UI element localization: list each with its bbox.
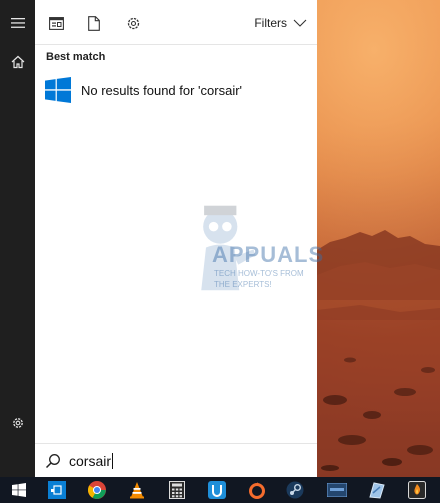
search-icon bbox=[45, 454, 60, 469]
search-query-text: corsair bbox=[69, 453, 114, 469]
home-button[interactable] bbox=[0, 44, 35, 80]
documents-icon bbox=[88, 15, 100, 31]
chrome-icon bbox=[88, 481, 106, 499]
start-button[interactable] bbox=[0, 477, 38, 503]
taskbar-app[interactable] bbox=[318, 477, 356, 503]
apps-filter-button[interactable] bbox=[45, 12, 67, 34]
taskbar-paint[interactable] bbox=[358, 477, 396, 503]
hamburger-menu-button[interactable] bbox=[0, 5, 35, 41]
best-match-result[interactable]: No results found for 'corsair' bbox=[35, 70, 317, 110]
taskbar-calculator[interactable] bbox=[158, 477, 196, 503]
windows-start-icon bbox=[12, 483, 26, 497]
taskbar-chrome[interactable] bbox=[78, 477, 116, 503]
paint-icon bbox=[369, 482, 385, 499]
vlc-icon bbox=[130, 482, 144, 499]
watermark-title: APPUALS bbox=[212, 242, 325, 267]
taskbar bbox=[0, 477, 440, 503]
settings-icon bbox=[127, 17, 139, 29]
rail-settings-button[interactable] bbox=[0, 405, 35, 441]
taskbar-uplay[interactable] bbox=[198, 477, 236, 503]
settings-icon bbox=[12, 418, 23, 428]
search-results-panel: Filters Best match No results found for … bbox=[35, 0, 317, 477]
apps-view-icon bbox=[48, 16, 64, 30]
filters-dropdown[interactable]: Filters bbox=[254, 14, 307, 32]
taskbar-vlc[interactable] bbox=[118, 477, 156, 503]
documents-filter-button[interactable] bbox=[83, 12, 105, 34]
start-menu-rail bbox=[0, 0, 35, 477]
watermark-subtitle: TECH HOW-TO'S FROM THE EXPERTS! bbox=[214, 269, 304, 289]
best-match-heading: Best match bbox=[46, 51, 106, 63]
uplay-icon bbox=[208, 481, 226, 499]
chevron-down-icon bbox=[293, 19, 307, 27]
home-icon bbox=[11, 55, 24, 69]
hamburger-menu-icon bbox=[10, 18, 25, 28]
origin-icon bbox=[249, 482, 265, 499]
taskbar-steam[interactable] bbox=[276, 477, 314, 503]
calculator-icon bbox=[169, 481, 185, 499]
result-text: No results found for 'corsair' bbox=[81, 82, 243, 98]
orange-app-icon bbox=[408, 481, 426, 499]
taskbar-orange-app[interactable] bbox=[398, 477, 436, 503]
taskbar-store[interactable] bbox=[38, 477, 76, 503]
windows-logo-icon bbox=[45, 77, 71, 103]
steam-icon bbox=[286, 481, 304, 499]
settings-filter-button[interactable] bbox=[122, 12, 144, 34]
taskbar-origin[interactable] bbox=[238, 477, 276, 503]
app-icon bbox=[327, 483, 347, 497]
search-input[interactable]: corsair bbox=[35, 443, 317, 478]
panel-toolbar: Filters bbox=[35, 0, 317, 45]
filters-label: Filters bbox=[254, 16, 287, 30]
store-icon bbox=[48, 481, 66, 499]
